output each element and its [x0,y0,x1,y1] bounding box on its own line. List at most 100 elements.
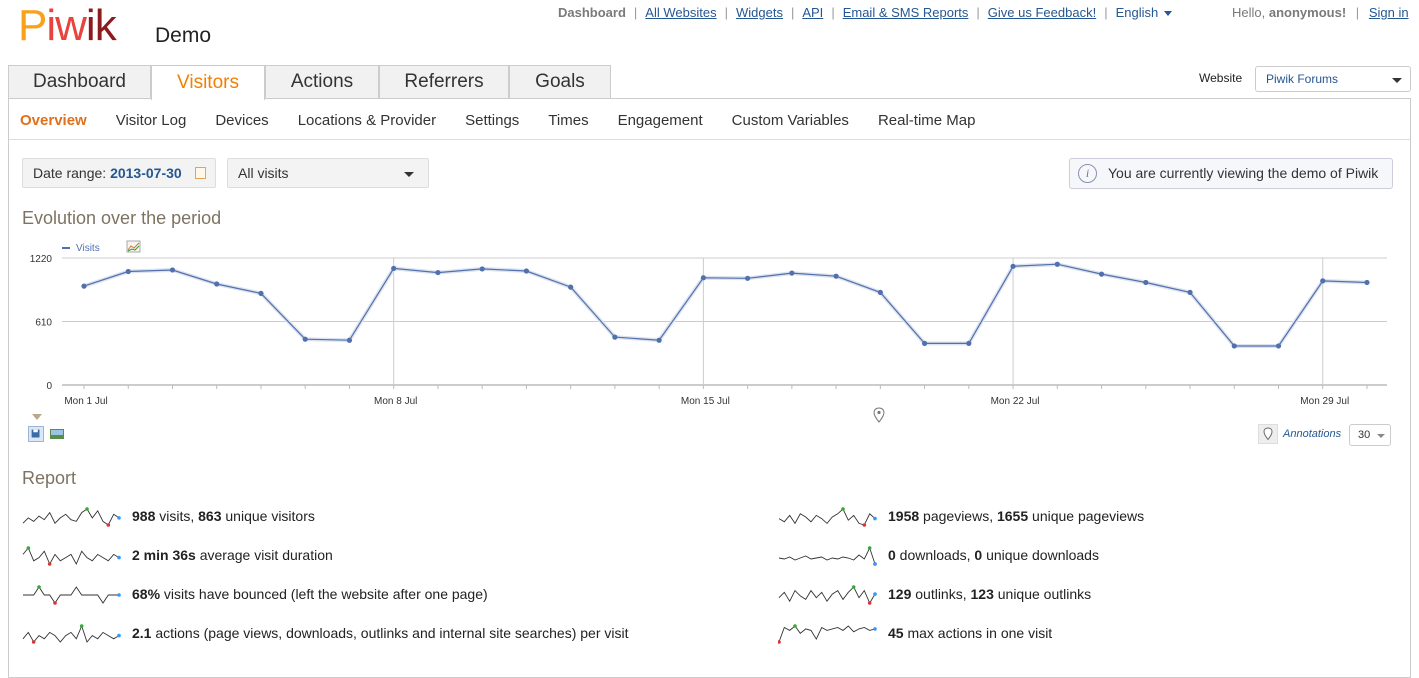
evolution-chart[interactable]: 0 610 1220 Mon 1 Jul Mon 8 Jul Mon 15 Jul Mon … [0,235,1419,415]
data-point [391,265,397,272]
report-metric-right-3: 45 max actions in one visit [778,622,1052,644]
annotation-marker-icon[interactable] [873,407,885,423]
metric-label: unique visitors [221,508,315,524]
data-point [745,275,751,281]
tab-visitors[interactable]: Visitors [151,65,265,100]
report-metric-left-3: 2.1 actions (page views, downloads, outl… [22,622,629,644]
subnav-custom-variables[interactable]: Custom Variables [732,112,849,129]
report-metric-right-0: 1958 pageviews, 1655 unique pageviews [778,505,1144,527]
logo-letters: iw [46,1,87,50]
sparkline[interactable] [778,505,878,527]
metric-value: 863 [198,508,222,524]
subnav-devices[interactable]: Devices [215,112,268,129]
metric-label: pageviews, [919,508,997,524]
metric-text: 0 downloads, 0 unique downloads [888,547,1099,563]
language-selector[interactable]: English [1116,5,1173,20]
sparkline[interactable] [22,544,122,566]
metric-value: 123 [970,586,994,602]
data-point [1054,261,1060,267]
data-point [214,281,220,287]
y-tick-label: 610 [35,318,52,329]
tab-dashboard[interactable]: Dashboard [8,65,151,98]
sparkline[interactable] [778,622,878,644]
date-range-selector[interactable]: Date range: 2013-07-30 [22,158,216,188]
chevron-down-icon [404,172,414,177]
separator: | [724,5,728,20]
data-point [1320,278,1326,284]
subnav-realtime-map[interactable]: Real-time Map [878,112,976,129]
x-tick-label: Mon 22 Jul [991,396,1040,407]
y-tick-label: 1220 [30,254,53,265]
top-navigation: Dashboard | All Websites | Widgets | API… [558,5,1173,20]
separator: | [633,5,638,20]
metric-value: 2.1 [132,625,152,641]
topnav-widgets[interactable]: Widgets [736,5,783,20]
metric-label: actions (page views, downloads, outlinks… [151,625,629,641]
image-export-icon[interactable] [49,426,65,442]
data-point [656,337,662,343]
subnav-settings[interactable]: Settings [465,112,519,129]
data-point [169,267,176,273]
data-point [523,268,530,274]
periods-selector[interactable]: 30 [1349,424,1391,446]
evolution-title: Evolution over the period [22,208,222,228]
sparkline[interactable] [22,622,122,644]
tab-goals[interactable]: Goals [509,65,611,98]
demo-notice: i You are currently viewing the demo of … [1069,158,1393,189]
metric-label: downloads, [895,547,975,563]
sparkline[interactable] [778,544,878,566]
segment-selector[interactable]: All visits [227,158,429,188]
tab-referrers[interactable]: Referrers [379,65,509,98]
subnav-overview[interactable]: Overview [20,112,87,129]
topnav-dashboard[interactable]: Dashboard [558,5,626,20]
data-point [435,269,441,276]
topnav-email-sms-reports[interactable]: Email & SMS Reports [843,5,969,20]
data-point [1143,279,1149,286]
data-point [877,289,883,295]
subnav-locations-provider[interactable]: Locations & Provider [298,112,436,129]
topnav-api[interactable]: API [802,5,823,20]
metric-value: 45 [888,625,904,641]
subnav-visitor-log[interactable]: Visitor Log [116,112,187,129]
data-point [1187,289,1193,295]
separator: | [1104,5,1108,20]
website-label: Website [1199,71,1243,85]
metric-label: visits, [155,508,199,524]
data-point [302,336,308,342]
topnav-all-websites[interactable]: All Websites [645,5,716,20]
hello-text: Hello, [1232,5,1266,20]
website-selector[interactable]: Piwik Forums [1255,66,1411,92]
metric-value: 988 [132,508,156,524]
sparkline[interactable] [22,505,122,527]
signin-link[interactable]: Sign in [1369,5,1409,20]
piwik-logo[interactable]: Piwik [18,1,117,50]
data-point [1364,279,1370,286]
annotations-icon[interactable] [1258,424,1278,444]
chevron-down-icon [1377,434,1385,438]
metric-text: 68% visits have bounced (left the websit… [132,586,488,602]
separator: | [976,5,980,20]
subnav-engagement[interactable]: Engagement [618,112,703,129]
sparkline[interactable] [22,583,122,605]
logo-letters: ik [85,1,117,50]
metric-label: outlinks, [911,586,971,602]
annotations-link[interactable]: Annotations [1283,428,1341,440]
save-icon[interactable] [28,426,44,442]
graph-controls [28,426,70,442]
site-name: Demo [155,24,212,47]
subnav-times[interactable]: Times [548,112,588,129]
data-point [966,340,972,346]
x-tick-label: Mon 15 Jul [681,396,730,407]
info-icon: i [1078,164,1097,183]
metric-text: 45 max actions in one visit [888,625,1052,641]
sparkline[interactable] [778,583,878,605]
visitors-subnav: Overview Visitor Log Devices Locations &… [20,112,1004,129]
topnav-feedback[interactable]: Give us Feedback! [988,5,1096,20]
data-point [1010,263,1016,269]
series-picker-icon[interactable] [126,240,141,253]
date-range-value: 2013-07-30 [110,165,182,181]
tab-actions[interactable]: Actions [265,65,379,98]
metric-label: unique outlinks [993,586,1092,602]
metric-label: max actions in one visit [903,625,1053,641]
metric-label: unique downloads [982,547,1099,563]
